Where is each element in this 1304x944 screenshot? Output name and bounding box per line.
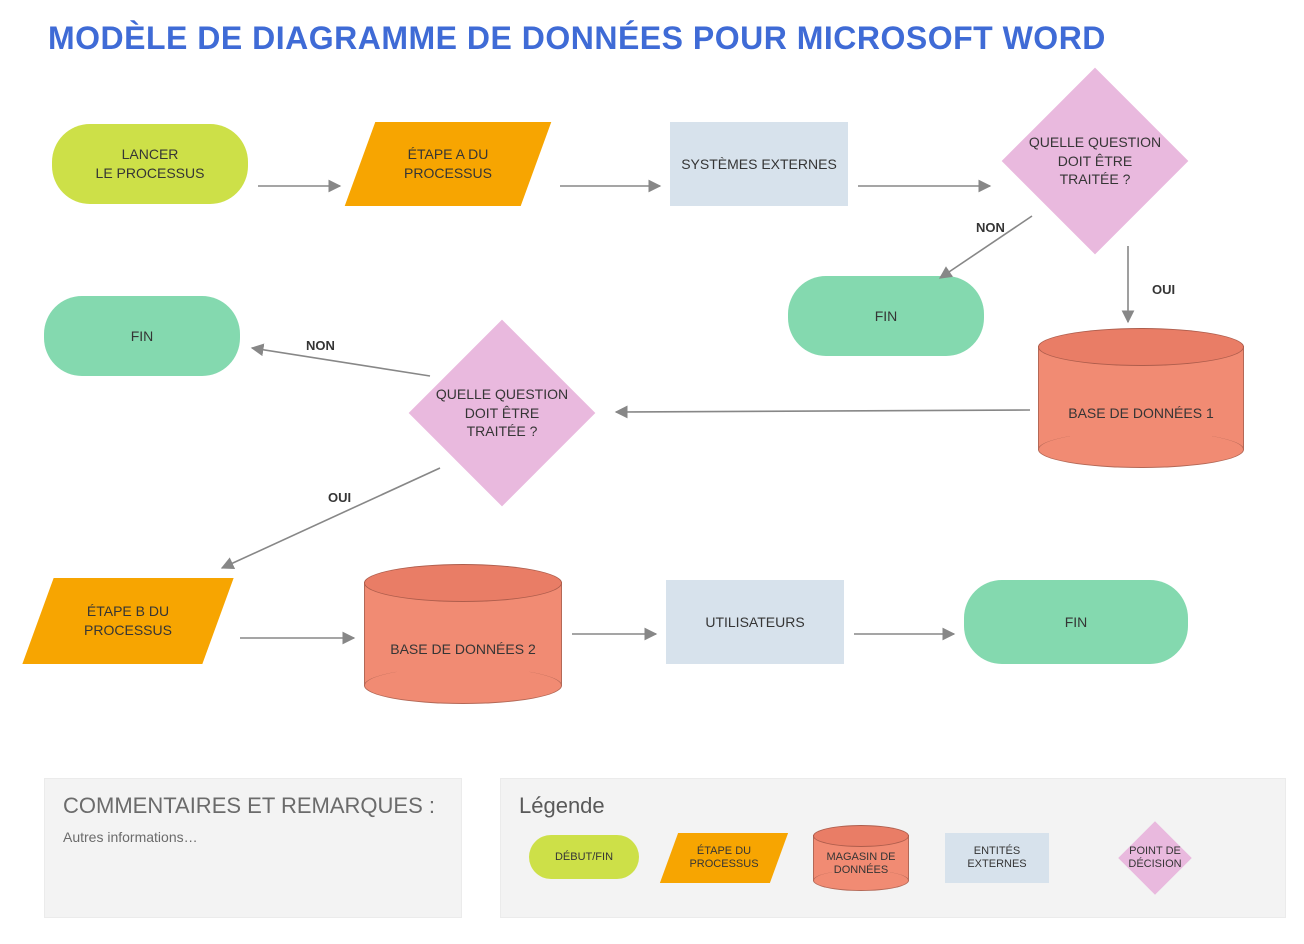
node-decision-1-label: QUELLE QUESTIONDOIT ÊTRETRAITÉE ? [1000, 86, 1190, 236]
edge-label-dec2-no: NON [306, 338, 335, 353]
node-step-b-label: ÉTAPE B DUPROCESSUS [38, 578, 218, 664]
legend-terminator-label: DÉBUT/FIN [555, 851, 613, 865]
comments-body: Autres informations… [63, 829, 443, 845]
node-start: LANCERLE PROCESSUS [52, 124, 248, 204]
edge-label-dec1-yes: OUI [1152, 282, 1175, 297]
node-fin-dec1-no-label: FIN [875, 307, 898, 326]
node-fin-dec2-no-label: FIN [131, 327, 154, 346]
node-fin-dec2-no: FIN [44, 296, 240, 376]
node-external-systems: SYSTÈMES EXTERNES [670, 122, 848, 206]
edge-label-dec2-yes: OUI [328, 490, 351, 505]
edge-label-dec1-no: NON [976, 220, 1005, 235]
legend-external-label: ENTITÉSEXTERNES [967, 845, 1026, 873]
legend-terminator: DÉBUT/FIN [529, 835, 639, 879]
legend-panel: Légende DÉBUT/FIN ÉTAPE DUPROCESSUS MAGA… [500, 778, 1286, 918]
node-users: UTILISATEURS [666, 580, 844, 664]
legend-decision-label: POINT DEDÉCISION [1085, 823, 1225, 893]
node-decision-2-label: QUELLE QUESTIONDOIT ÊTRETRAITÉE ? [392, 328, 612, 498]
page-title: MODÈLE DE DIAGRAMME DE DONNÉES POUR MICR… [48, 20, 1106, 57]
node-step-b: ÉTAPE B DUPROCESSUS [38, 578, 218, 664]
node-fin-final-label: FIN [1065, 613, 1088, 632]
legend-heading: Légende [519, 793, 1267, 819]
legend-process-label: ÉTAPE DUPROCESSUS [669, 833, 779, 883]
node-step-a: ÉTAPE A DUPROCESSUS [360, 122, 536, 206]
node-db2: BASE DE DONNÉES 2 [364, 564, 562, 704]
legend-datastore: MAGASIN DEDONNÉES [813, 825, 909, 891]
comments-heading: COMMENTAIRES ET REMARQUES : [63, 793, 443, 819]
legend-datastore-label: MAGASIN DEDONNÉES [813, 845, 909, 883]
node-db1-label: BASE DE DONNÉES 1 [1038, 376, 1244, 450]
node-db2-label: BASE DE DONNÉES 2 [364, 612, 562, 686]
node-fin-final: FIN [964, 580, 1188, 664]
node-fin-dec1-no: FIN [788, 276, 984, 356]
legend-process: ÉTAPE DUPROCESSUS [669, 833, 779, 883]
node-decision-1: QUELLE QUESTIONDOIT ÊTRETRAITÉE ? [1000, 86, 1190, 236]
comments-panel: COMMENTAIRES ET REMARQUES : Autres infor… [44, 778, 462, 918]
node-external-systems-label: SYSTÈMES EXTERNES [681, 155, 837, 174]
node-start-label: LANCERLE PROCESSUS [96, 145, 205, 183]
diagram-canvas: MODÈLE DE DIAGRAMME DE DONNÉES POUR MICR… [0, 0, 1304, 944]
node-users-label: UTILISATEURS [705, 613, 804, 632]
legend-decision: POINT DEDÉCISION [1085, 823, 1225, 893]
node-step-a-label: ÉTAPE A DUPROCESSUS [360, 122, 536, 206]
node-decision-2: QUELLE QUESTIONDOIT ÊTRETRAITÉE ? [392, 328, 612, 498]
legend-external: ENTITÉSEXTERNES [945, 833, 1049, 883]
node-db1: BASE DE DONNÉES 1 [1038, 328, 1244, 468]
